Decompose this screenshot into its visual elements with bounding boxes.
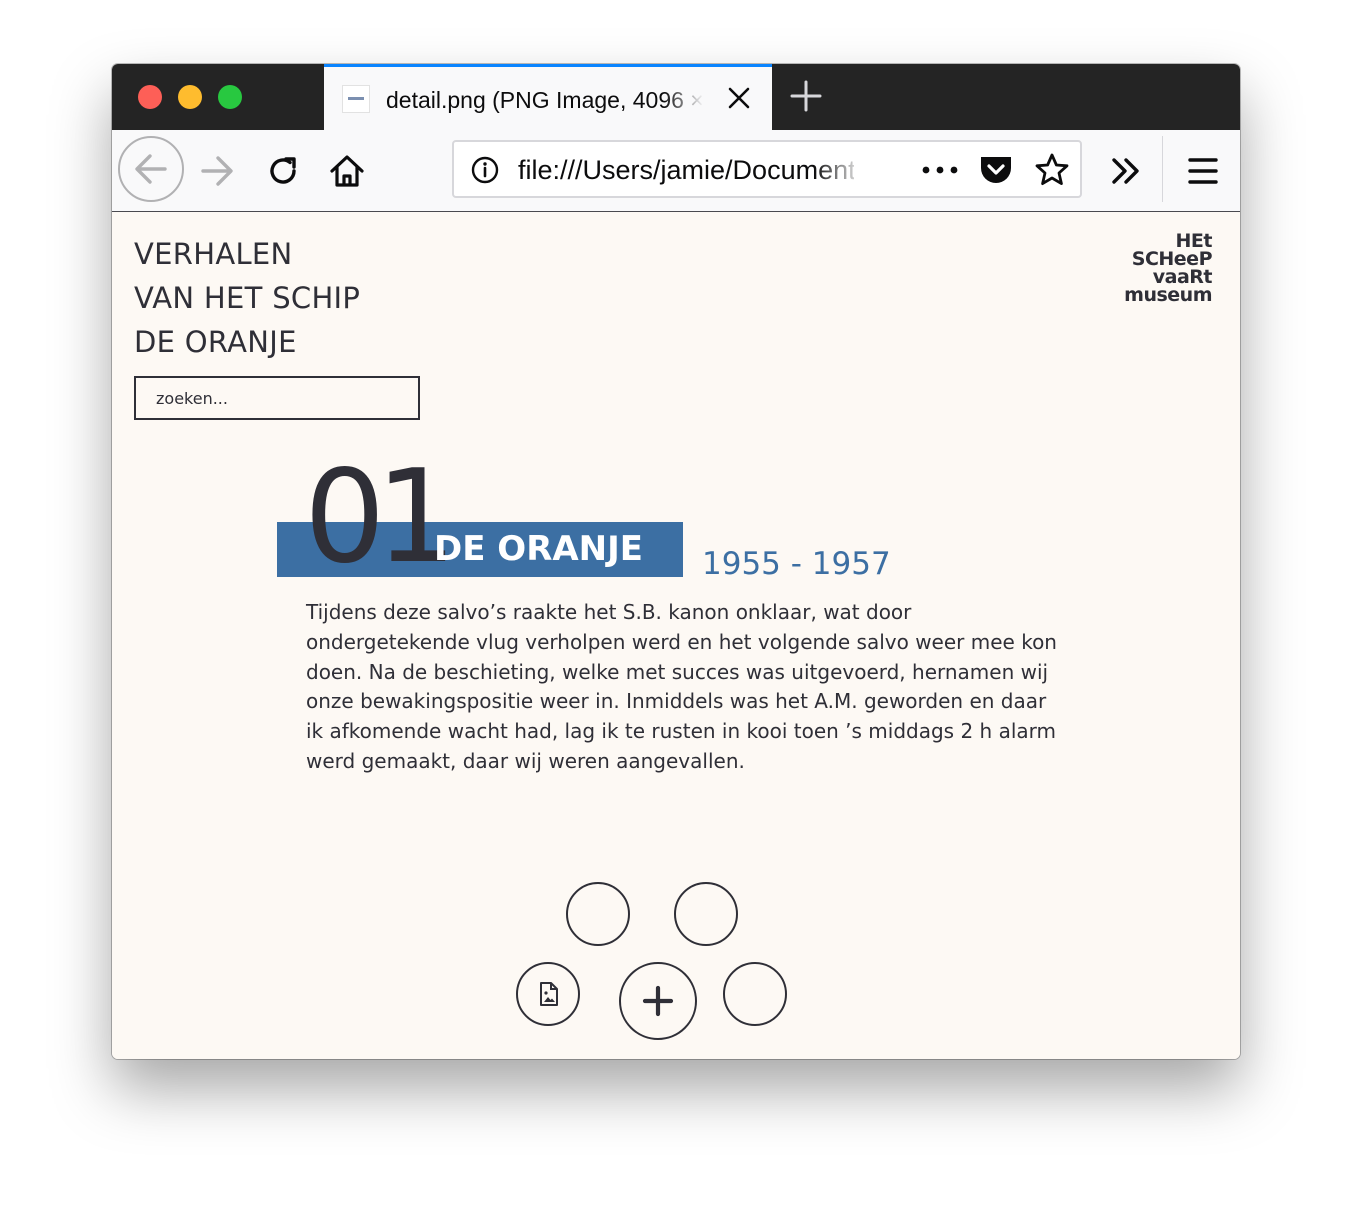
- site-title-line: VAN HET SCHIP: [134, 281, 361, 315]
- tab-title: detail.png (PNG Image, 4096 × 3072 pixel…: [386, 87, 704, 113]
- chapter-years: 1955 - 1957: [702, 546, 891, 582]
- pocket-icon[interactable]: [978, 153, 1014, 187]
- minimize-window-button[interactable]: [178, 85, 202, 109]
- image-thumbnail-icon: [342, 85, 370, 113]
- url-text: file:///Users/jamie/Documents/detail.png: [518, 155, 854, 185]
- chapter-number: 01: [304, 443, 457, 592]
- museum-logo[interactable]: HEt SCHeeP vaaRt museum: [1112, 232, 1212, 312]
- arrow-left-icon: [135, 154, 167, 184]
- browser-window: detail.png (PNG Image, 4096 × 3072 pixel…: [112, 64, 1240, 1059]
- story-nav-circle-button[interactable]: [723, 962, 787, 1026]
- hamburger-menu-icon[interactable]: [1184, 152, 1222, 190]
- zoom-window-button[interactable]: [218, 85, 242, 109]
- site-title-line: VERHALEN: [134, 237, 293, 271]
- navigation-toolbar: file:///Users/jamie/Documents/detail.png: [112, 130, 1240, 212]
- site-title-line: DE ORANJE: [134, 325, 297, 359]
- close-window-button[interactable]: [138, 85, 162, 109]
- tab-strip: detail.png (PNG Image, 4096 × 3072 pixel…: [112, 64, 1240, 130]
- arrow-right-icon[interactable]: [196, 150, 238, 192]
- plus-icon[interactable]: [786, 76, 826, 116]
- plus-icon: [642, 985, 674, 1017]
- chapter-name: DE ORANJE: [434, 529, 644, 569]
- add-button[interactable]: [619, 962, 697, 1040]
- active-tab[interactable]: detail.png (PNG Image, 4096 × 3072 pixel…: [324, 64, 772, 130]
- image-file-icon: [540, 982, 558, 1006]
- back-button[interactable]: [118, 136, 184, 202]
- search-input[interactable]: [134, 376, 420, 420]
- story-text: Tijdens deze salvo’s raakte het S.B. kan…: [306, 600, 1057, 773]
- site-title[interactable]: VERHALEN VAN HET SCHIP DE ORANJE: [134, 232, 360, 364]
- more-dots-icon[interactable]: [920, 155, 960, 185]
- close-icon[interactable]: [722, 81, 756, 115]
- image-file-button[interactable]: [516, 962, 580, 1026]
- reload-icon[interactable]: [262, 150, 304, 192]
- url-bar[interactable]: file:///Users/jamie/Documents/detail.png: [452, 140, 1082, 198]
- info-icon[interactable]: [470, 155, 500, 185]
- double-chevron-icon[interactable]: [1106, 152, 1146, 190]
- star-icon[interactable]: [1034, 152, 1070, 188]
- page-content: VERHALEN VAN HET SCHIP DE ORANJE HEt SCH…: [112, 212, 1240, 1059]
- home-icon[interactable]: [326, 150, 368, 192]
- story-nav-circle-button[interactable]: [566, 882, 630, 946]
- story-nav-circle-button[interactable]: [674, 882, 738, 946]
